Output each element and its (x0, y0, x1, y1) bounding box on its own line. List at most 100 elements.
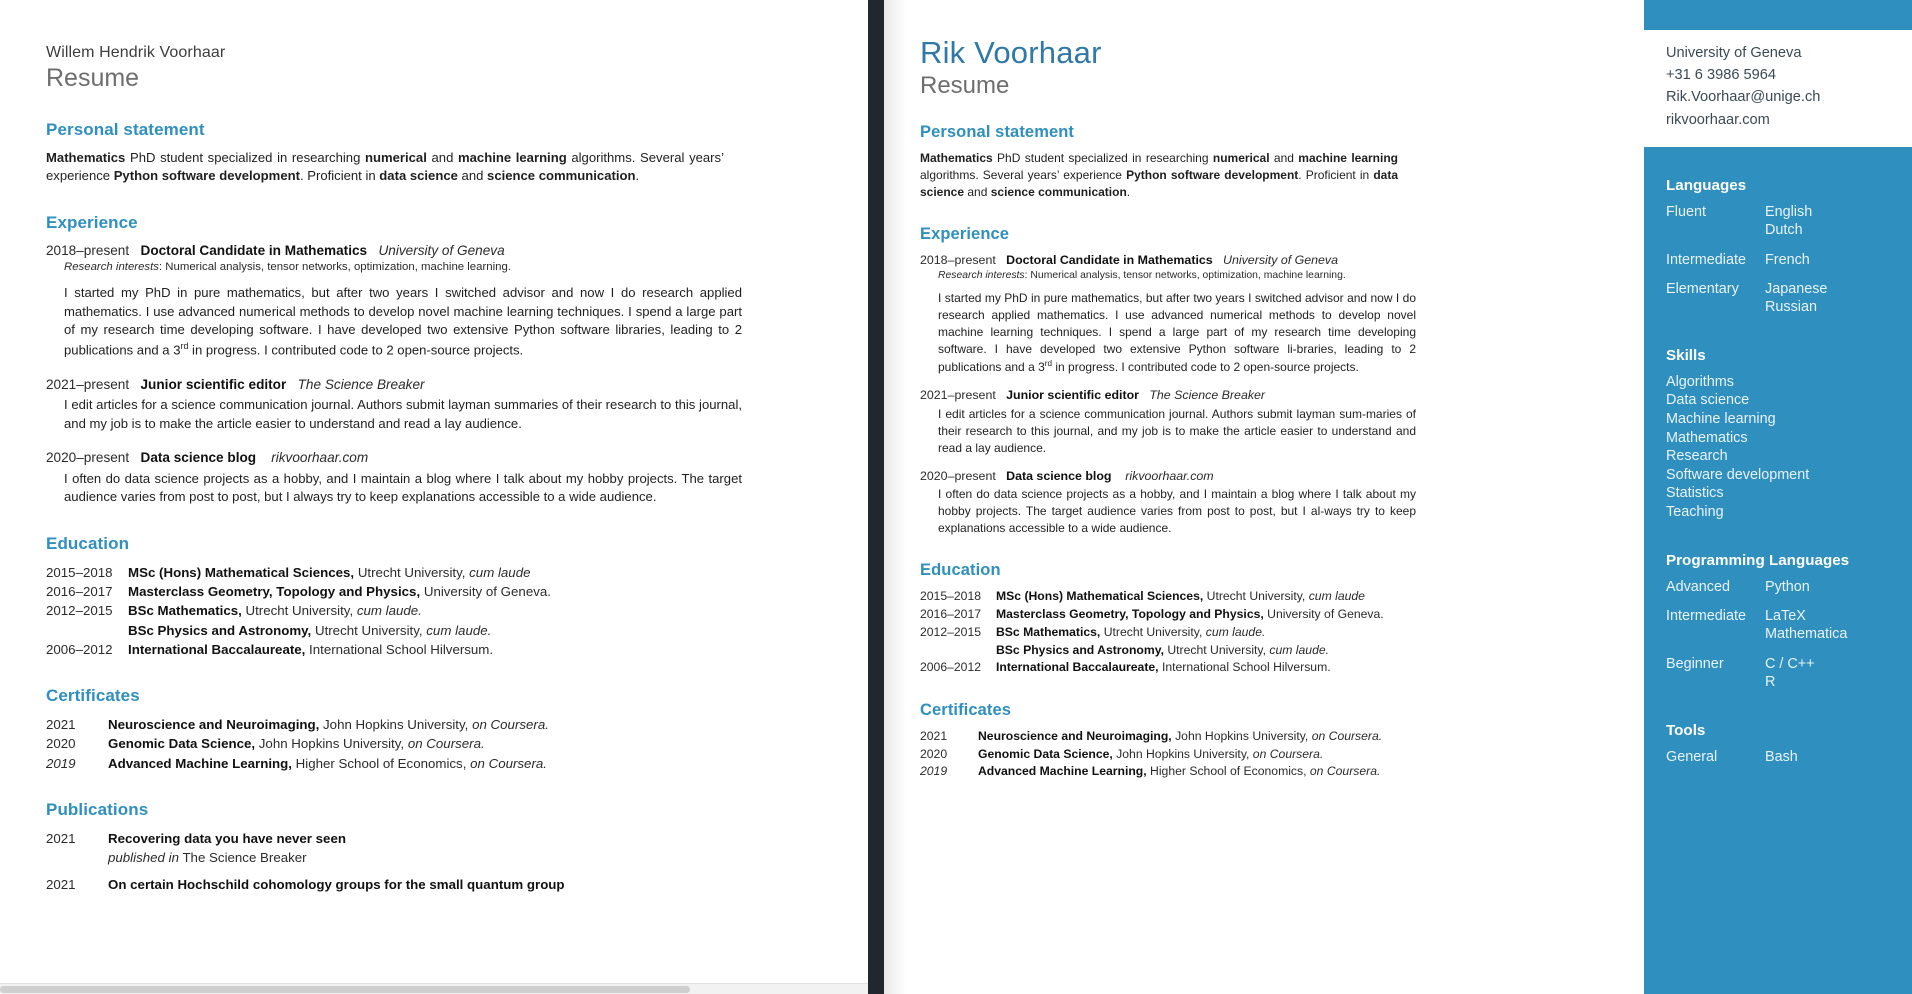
pdf-author-name: Rik Voorhaar (920, 35, 1102, 70)
sidebar-level-values: English Dutch (1765, 203, 1890, 240)
sidebar-value-item: Russian (1765, 299, 1817, 316)
entry-title: Data science blog (1006, 468, 1112, 483)
sidebar-skill-item: Statistics (1666, 485, 1724, 502)
contact-website[interactable]: rikvoorhaar.com (1666, 109, 1890, 131)
education-degree: International Baccalaureate, (996, 660, 1159, 675)
emphasis-run: science communication (990, 185, 1127, 200)
education-honors: cum laude. (1202, 624, 1266, 639)
education-years: 2012–2015 (920, 624, 982, 639)
contact-affiliation: University of Geneva (1666, 45, 1802, 61)
certificate-detail: Neuroscience and Neuroimaging, John Hopk… (978, 728, 1614, 746)
certificate-row: 2019 Advanced Machine Learning, Higher Sc… (46, 754, 822, 773)
left-experience-body-1: I edit articles for a science communicat… (64, 397, 742, 431)
emphasis-run: science communication (487, 168, 636, 184)
emphasis-run: Mathematics (46, 149, 126, 165)
left-experience-entry-2: 2020–present Data science blog rikvoorha… (46, 449, 822, 507)
left-experience-head-1: 2021–present Junior scientific editor Th… (46, 376, 822, 394)
left-document-pane[interactable]: Willem Hendrik Voorhaar Resume Personal … (0, 0, 868, 994)
education-row: BSc Physics and Astronomy, Utrecht Unive… (46, 621, 822, 640)
sidebar-level-pair: Beginner C / C++ R (1666, 655, 1890, 692)
education-detail: BSc Mathematics, Utrecht University, cum… (128, 601, 822, 620)
pdf-experience-meta-0: Research interests: Numerical analysis, … (938, 269, 1614, 283)
certificate-year: 2021 (920, 728, 948, 743)
scrollbar-thumb[interactable] (0, 986, 690, 993)
emphasis-run: Python software development (113, 168, 300, 184)
pdf-experience-body-0: I started my PhD in pure mathematics, bu… (938, 290, 1416, 376)
sidebar-sections: Languages Fluent English Dutch Intermediate… (1644, 177, 1912, 766)
pdf-preview-pane[interactable]: Rik Voorhaar Resume Personal statement M… (884, 0, 1912, 994)
education-degree: BSc Physics and Astronomy, (996, 642, 1164, 657)
body-part-2: in progress. I contributed code to 2 ope… (1052, 359, 1359, 374)
entry-org: University of Geneva (378, 242, 505, 258)
sidebar-value-item: Python (1765, 578, 1810, 595)
education-degree: Masterclass Geometry, Topology and Physi… (128, 584, 421, 600)
entry-org: The Science Breaker (1149, 387, 1266, 402)
certificate-platform: on Coursera. (1306, 764, 1381, 779)
meta-text: : Numerical analysis, tensor networks, o… (158, 261, 511, 274)
sidebar-level-values: LaTeX Mathematica (1765, 607, 1890, 644)
sidebar-level-values: Python (1765, 578, 1890, 596)
contact-email[interactable]: Rik.Voorhaar@unige.ch (1666, 86, 1890, 108)
left-author-name: Willem Hendrik Voorhaar (46, 44, 226, 61)
text-run: . Proficient in (299, 168, 380, 184)
sidebar-skill-item: Mathematics (1666, 429, 1748, 446)
emphasis-run: data science (379, 168, 458, 184)
sidebar-level-values: C / C++ R (1765, 655, 1890, 692)
education-honors: cum laude. (353, 603, 422, 619)
education-degree: MSc (Hons) Mathematical Sciences, (128, 564, 355, 580)
education-degree: BSc Mathematics, (996, 624, 1101, 639)
sidebar-level-values: French (1765, 251, 1890, 269)
education-years: 2015–2018 (46, 564, 113, 580)
education-degree: International Baccalaureate, (128, 641, 306, 657)
entry-title: Junior scientific editor (1006, 387, 1140, 402)
education-years: 2012–2015 (46, 603, 113, 619)
publication-venue-name: The Science Breaker (178, 850, 307, 866)
education-row: 2012–2015 BSc Mathematics, Utrecht Univer… (46, 601, 822, 620)
certificate-institution: John Hopkins University, (319, 717, 469, 733)
text-run: . (1126, 185, 1131, 200)
pdf-education-rows: 2015–2018 MSc (Hons) Mathematical Science… (920, 588, 1614, 676)
certificate-name: Advanced Machine Learning, (978, 764, 1147, 779)
education-detail: BSc Physics and Astronomy, Utrecht Unive… (996, 642, 1614, 660)
education-years: 2016–2017 (46, 584, 113, 600)
body-ordinal: rd (1044, 358, 1053, 368)
sidebar-value-item: Japanese (1765, 281, 1828, 297)
sidebar-level-label: Intermediate (1666, 251, 1746, 268)
sidebar-skill-item: Data science (1666, 392, 1750, 409)
education-years: 2006–2012 (46, 641, 113, 657)
education-row: BSc Physics and Astronomy, Utrecht Unive… (920, 642, 1614, 660)
education-row: 2016–2017 Masterclass Geometry, Topology … (46, 582, 822, 601)
education-row: 2006–2012 International Baccalaureate, In… (46, 640, 822, 659)
education-years: 2016–2017 (920, 607, 982, 622)
education-institution: University of Geneva. (1263, 607, 1384, 622)
text-run: and (1269, 151, 1299, 166)
entry-org: The Science Breaker (297, 376, 425, 392)
pdf-experience-entry-1: 2021–present Junior scientific editor Th… (920, 387, 1614, 457)
left-experience-meta-0: Research interests: Numerical analysis, … (64, 260, 822, 275)
pdf-personal-statement-text: Mathematics PhD student specialized in r… (920, 150, 1398, 201)
education-detail: MSc (Hons) Mathematical Sciences, Utrech… (996, 588, 1614, 606)
sidebar-level-pair: Advanced Python (1666, 578, 1890, 596)
education-institution: Utrecht University, (1100, 624, 1203, 639)
sidebar-level-label: Elementary (1666, 281, 1739, 297)
education-institution: Utrecht University, (241, 603, 354, 619)
left-personal-statement-text: Mathematics PhD student specialized in r… (46, 149, 724, 186)
certificate-year: 2020 (920, 746, 948, 761)
certificate-row: 2019 Advanced Machine Learning, Higher Sc… (920, 763, 1614, 781)
text-run: PhD student specialized in researching (992, 151, 1213, 166)
entry-years: 2021–present (46, 376, 130, 392)
education-row: 2016–2017 Masterclass Geometry, Topology … (920, 606, 1614, 624)
certificate-name: Genomic Data Science, (978, 746, 1113, 761)
education-detail: Masterclass Geometry, Topology and Physi… (996, 606, 1614, 624)
certificate-detail: Genomic Data Science, John Hopkins Unive… (108, 734, 822, 753)
sidebar-level-label: Advanced (1666, 578, 1731, 595)
education-institution: International School Hilversum. (305, 641, 494, 657)
sidebar-tools-list: General Bash (1666, 748, 1890, 766)
education-row: 2012–2015 BSc Mathematics, Utrecht Univer… (920, 624, 1614, 642)
entry-org[interactable]: rikvoorhaar.com (1125, 469, 1213, 483)
education-institution: Utrecht University, (311, 622, 423, 638)
entry-org[interactable]: rikvoorhaar.com (271, 450, 368, 465)
horizontal-scrollbar[interactable] (0, 983, 868, 994)
sidebar-value-item: LaTeX (1765, 607, 1806, 624)
pane-divider[interactable] (868, 0, 884, 994)
